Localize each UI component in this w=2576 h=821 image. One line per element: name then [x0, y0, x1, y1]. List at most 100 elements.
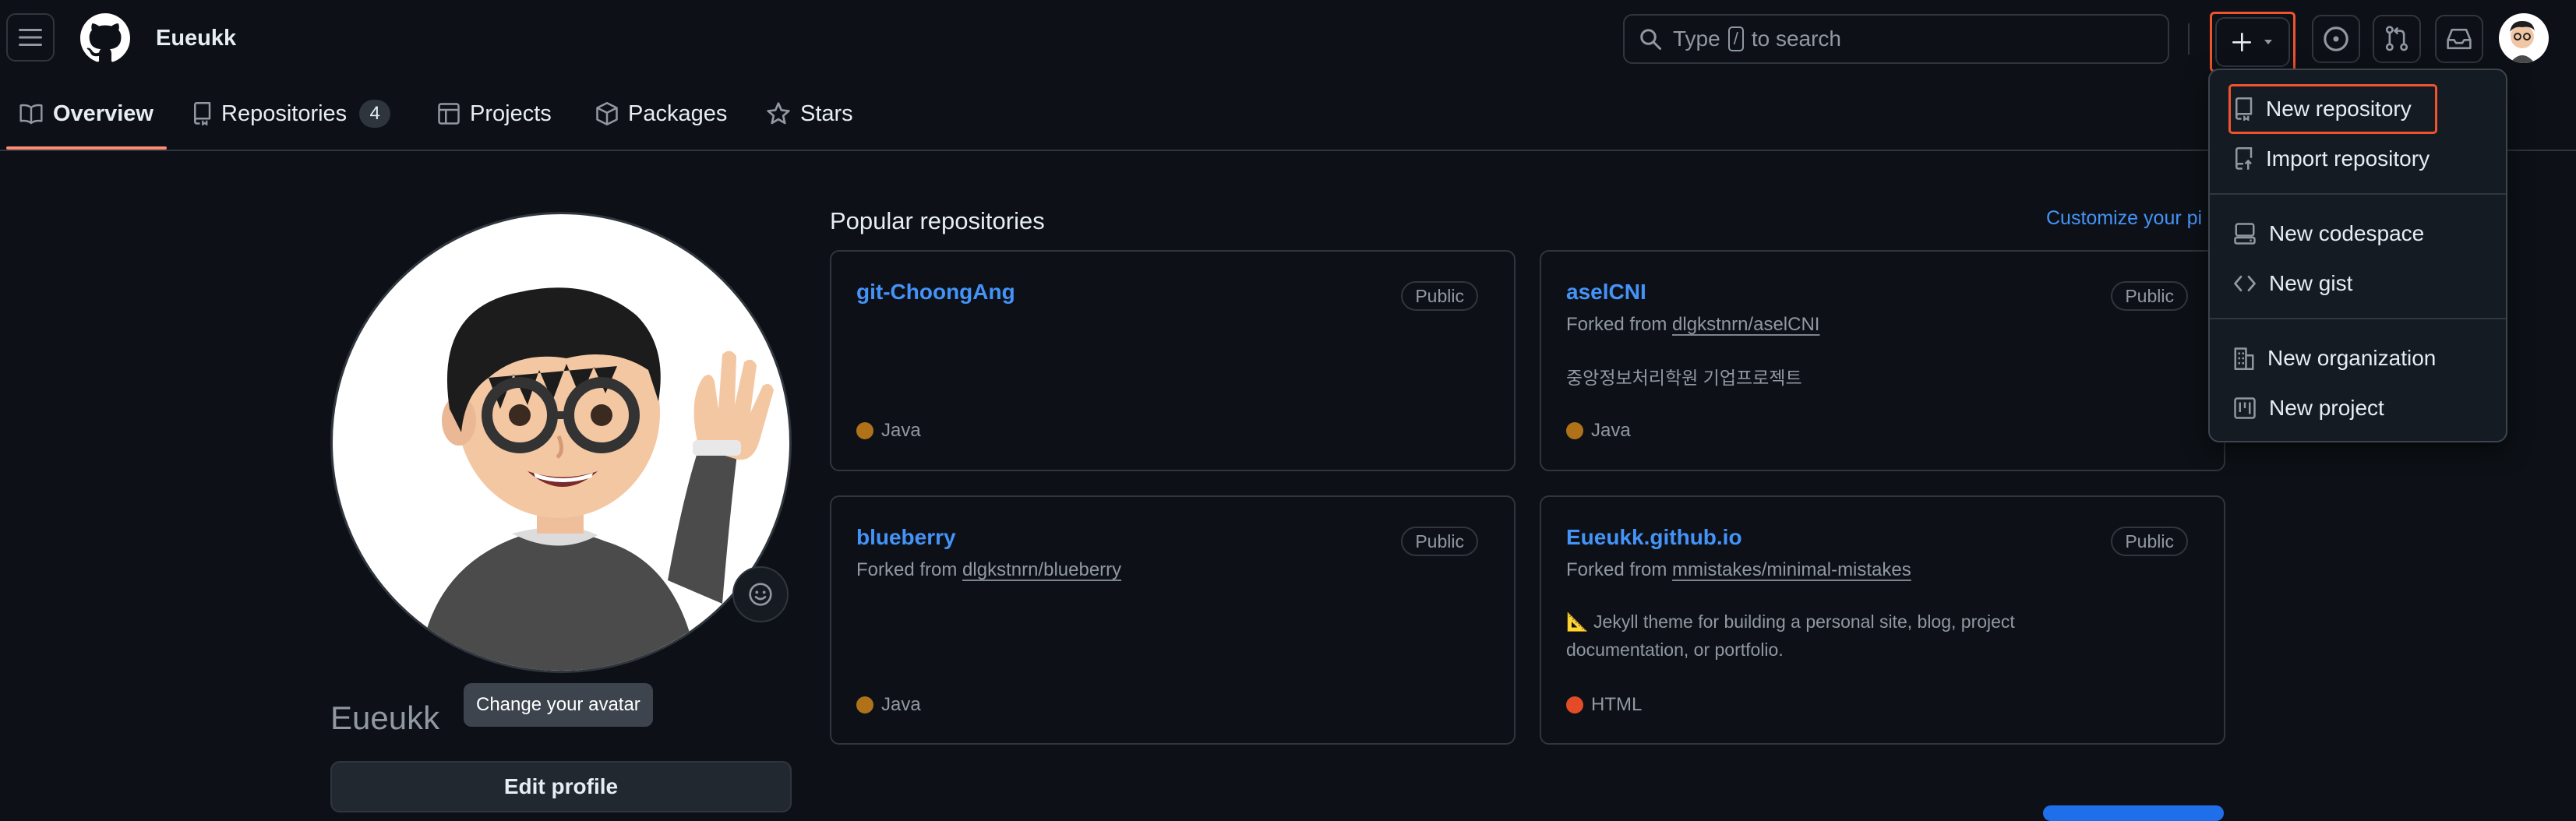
forked-from: Forked from mmistakes/minimal-mistakes	[1566, 559, 1911, 581]
table-icon	[438, 103, 460, 125]
code-icon	[2234, 275, 2256, 292]
menu-divider	[2210, 318, 2506, 319]
menu-item-new-codespace[interactable]: New codespace	[2233, 218, 2424, 249]
search-placeholder-suffix: to search	[1751, 26, 1841, 51]
header-username[interactable]: Eueukk	[156, 26, 236, 51]
tab-packages[interactable]: Packages	[595, 98, 727, 129]
bottom-button-edge[interactable]	[2043, 805, 2224, 821]
popular-repos-heading: Popular repositories	[830, 207, 1045, 234]
repo-name-link[interactable]: blueberry	[856, 525, 956, 550]
tab-projects-label: Projects	[470, 100, 552, 126]
star-icon	[767, 102, 790, 125]
visibility-badge: Public	[1401, 281, 1478, 311]
plus-icon	[2232, 33, 2251, 51]
menu-item-import-repository[interactable]: Import repository	[2233, 143, 2430, 174]
tab-projects[interactable]: Projects	[437, 98, 552, 129]
tab-stars[interactable]: Stars	[766, 98, 853, 129]
set-status-button[interactable]	[732, 566, 789, 622]
forked-from-link[interactable]: mmistakes/minimal-mistakes	[1672, 559, 1911, 580]
avatar	[418, 287, 774, 671]
git-pull-request-icon	[2385, 26, 2408, 51]
menu-item-label: New gist	[2269, 271, 2353, 295]
menu-item-label: New organization	[2267, 346, 2437, 370]
forked-from: Forked from dlgkstnrn/aselCNI	[1566, 314, 1819, 336]
menu-button[interactable]	[6, 13, 55, 62]
inbox-button[interactable]	[2435, 15, 2483, 63]
menu-item-new-gist[interactable]: New gist	[2233, 268, 2352, 299]
tab-repositories[interactable]: Repositories 4	[192, 98, 391, 129]
forked-from-link[interactable]: dlgkstnrn/aselCNI	[1672, 314, 1819, 335]
language-label: Java	[1591, 420, 1631, 441]
avatar	[2510, 21, 2535, 63]
language-color-dot	[1566, 422, 1583, 439]
repositories-count-badge: 4	[359, 100, 391, 128]
tab-overview[interactable]: Overview	[19, 98, 154, 129]
language-color-dot	[856, 696, 873, 714]
language-label: HTML	[1591, 694, 1643, 715]
visibility-badge: Public	[1401, 527, 1478, 556]
tab-overview-label: Overview	[53, 100, 154, 126]
header-divider	[2188, 23, 2190, 55]
visibility-badge: Public	[2111, 527, 2188, 556]
repo-language: HTML	[1566, 694, 1642, 716]
github-logo-icon[interactable]	[80, 13, 130, 63]
menu-item-new-organization[interactable]: New organization	[2233, 343, 2436, 374]
repo-language: Java	[1566, 420, 1631, 442]
package-icon	[596, 102, 618, 125]
menu-item-new-project[interactable]: New project	[2233, 393, 2384, 424]
repo-icon	[194, 102, 211, 125]
menu-item-label: Import repository	[2266, 146, 2430, 171]
tab-stars-label: Stars	[800, 100, 853, 126]
repo-description: 📐 Jekyll theme for building a personal s…	[1566, 611, 2015, 660]
search-icon	[1640, 29, 1661, 50]
edit-profile-label: Edit profile	[503, 774, 619, 798]
menu-divider	[2210, 193, 2506, 195]
hamburger-icon	[19, 29, 42, 46]
edit-profile-button[interactable]: Edit profile	[330, 761, 792, 812]
create-new-button[interactable]	[2210, 12, 2295, 72]
language-color-dot	[1566, 696, 1583, 714]
global-header	[0, 0, 2576, 78]
customize-pins-link[interactable]: Customize your pi	[2046, 207, 2210, 230]
smiley-icon	[749, 583, 772, 606]
issues-button[interactable]	[2312, 15, 2360, 63]
create-new-menu: New repository Import repository New cod…	[2208, 69, 2507, 442]
menu-item-label: New project	[2269, 396, 2384, 420]
language-label: Java	[881, 694, 921, 715]
organization-icon	[2234, 347, 2254, 370]
book-icon	[19, 104, 43, 125]
profile-avatar[interactable]	[330, 212, 792, 673]
repo-description: 중앙정보처리학원 기업프로젝트	[1566, 368, 1802, 388]
profile-name: Eueukk	[330, 699, 440, 736]
forked-from-link[interactable]: dlgkstnrn/blueberry	[962, 559, 1121, 580]
issue-opened-icon	[2324, 26, 2348, 51]
repo-name-link[interactable]: git-ChoongAng	[856, 280, 1015, 305]
user-avatar-menu[interactable]	[2499, 13, 2549, 63]
forked-from-prefix: Forked from	[1566, 559, 1667, 580]
codespaces-icon	[2234, 223, 2256, 245]
repo-language: Java	[856, 420, 921, 442]
menu-item-label: New codespace	[2269, 221, 2425, 245]
repo-card-aselcni: aselCNI Public Forked from dlgkstnrn/ase…	[1540, 250, 2225, 471]
repo-card-git-choongang: git-ChoongAng Public Java	[830, 250, 1516, 471]
forked-from-prefix: Forked from	[1566, 314, 1667, 335]
repo-card-blueberry: blueberry Public Forked from dlgkstnrn/b…	[830, 495, 1516, 745]
menu-item-new-repository[interactable]: New repository	[2233, 93, 2412, 125]
repo-card-eueukk-github-io: Eueukk.github.io Public Forked from mmis…	[1540, 495, 2225, 745]
repo-name-link[interactable]: Eueukk.github.io	[1566, 525, 1742, 550]
tab-repositories-label: Repositories	[221, 100, 348, 126]
pull-requests-button[interactable]	[2373, 15, 2421, 63]
repo-name-link[interactable]: aselCNI	[1566, 280, 1646, 305]
inbox-icon	[2447, 28, 2472, 50]
language-label: Java	[881, 420, 921, 441]
forked-from: Forked from dlgkstnrn/blueberry	[856, 559, 1121, 581]
repo-push-icon	[2235, 147, 2253, 170]
repo-icon	[2235, 97, 2253, 121]
search-shortcut-key: /	[1727, 26, 1744, 51]
language-color-dot	[856, 422, 873, 439]
search-input[interactable]: Type / to search	[1623, 14, 2169, 64]
forked-from-prefix: Forked from	[856, 559, 958, 580]
search-placeholder-prefix: Type	[1673, 26, 1720, 51]
tab-packages-label: Packages	[628, 100, 728, 126]
tabs-border	[0, 150, 2576, 151]
